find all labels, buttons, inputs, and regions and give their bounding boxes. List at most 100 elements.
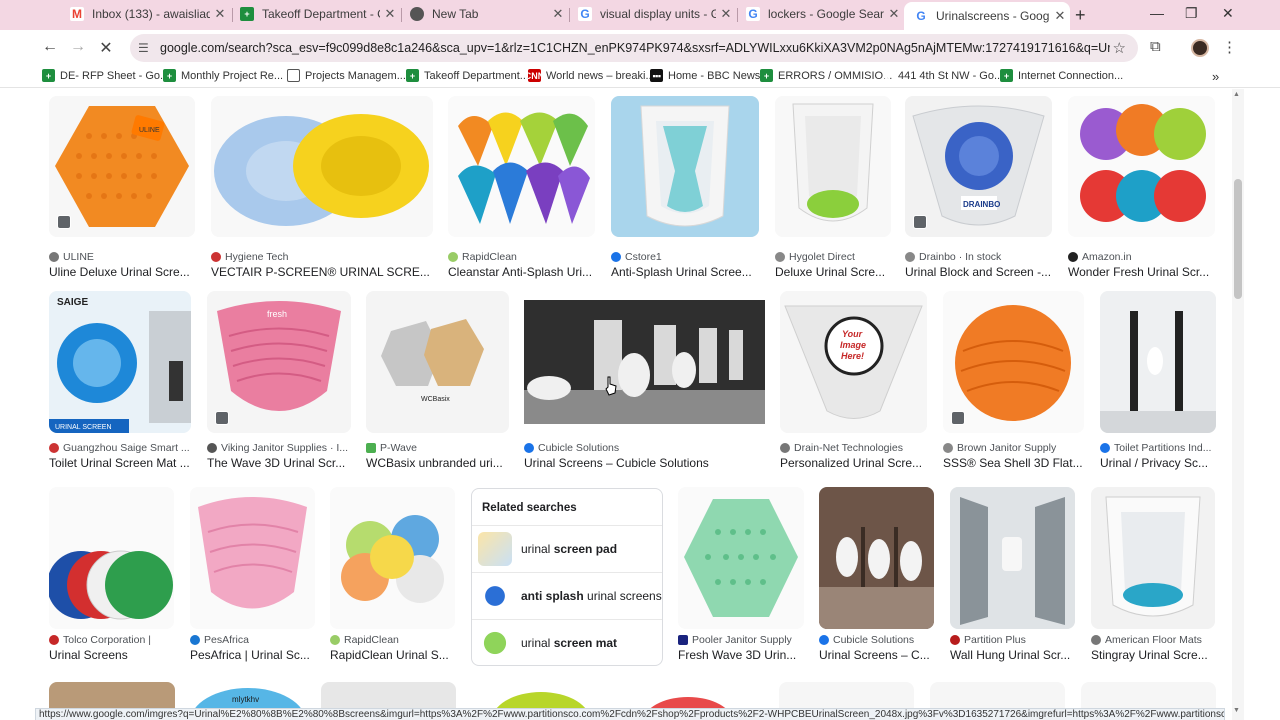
result-source[interactable]: ULINE bbox=[49, 251, 195, 263]
scroll-thumb[interactable] bbox=[1234, 179, 1242, 299]
tab-urinalscreens[interactable]: G Urinalscreens - Google Se ✕ bbox=[904, 2, 1070, 30]
result-source[interactable]: Hygiene Tech bbox=[211, 251, 433, 263]
result-thumbnail[interactable]: DRAINBO bbox=[905, 96, 1052, 237]
result-source[interactable]: Brown Janitor Supply bbox=[943, 442, 1084, 454]
result-source[interactable]: Drain-Net Technologies bbox=[780, 442, 927, 454]
result-source[interactable]: Toilet Partitions Ind... bbox=[1100, 442, 1216, 454]
result-caption[interactable]: Wonder Fresh Urinal Scr... bbox=[1068, 265, 1215, 279]
result-thumbnail[interactable]: ULINE bbox=[49, 96, 195, 237]
result-thumbnail[interactable] bbox=[1100, 291, 1216, 433]
result-caption[interactable]: Anti-Splash Urinal Scree... bbox=[611, 265, 759, 279]
scroll-up-arrow-icon[interactable]: ▲ bbox=[1233, 91, 1240, 98]
result-caption[interactable]: RapidClean Urinal S... bbox=[330, 648, 455, 662]
tab-new-tab[interactable]: New Tab ✕ bbox=[400, 3, 568, 25]
result-source[interactable]: RapidClean bbox=[330, 634, 455, 646]
vertical-scrollbar[interactable]: ▲ ▼ bbox=[1232, 89, 1244, 720]
result-thumbnail[interactable]: WCBasix bbox=[366, 291, 509, 433]
bookmark-cnn[interactable]: CNN World news – breaki... bbox=[525, 69, 655, 82]
related-search-item[interactable]: anti splash urinal screens bbox=[472, 572, 662, 619]
new-tab-button[interactable]: + bbox=[1075, 5, 1086, 26]
result-thumbnail[interactable] bbox=[49, 487, 174, 629]
result-caption[interactable]: Urinal Screens – C... bbox=[819, 648, 934, 662]
result-source[interactable]: Cubicle Solutions bbox=[524, 442, 765, 454]
close-icon[interactable]: ✕ bbox=[210, 6, 230, 22]
result-source[interactable]: Hygolet Direct bbox=[775, 251, 891, 263]
stop-loading-button[interactable]: ✕ bbox=[96, 38, 116, 58]
result-caption[interactable]: VECTAIR P-SCREEN® URINAL SCRE... bbox=[211, 265, 433, 279]
result-source[interactable]: Pooler Janitor Supply bbox=[678, 634, 804, 646]
result-thumbnail[interactable] bbox=[611, 96, 759, 237]
result-caption[interactable]: Uline Deluxe Urinal Scre... bbox=[49, 265, 195, 279]
result-source[interactable]: PesAfrica bbox=[190, 634, 315, 646]
bookmark-projects-management[interactable]: Projects Managem... bbox=[287, 69, 406, 82]
result-source[interactable]: Partition Plus bbox=[950, 634, 1075, 646]
close-icon[interactable]: ✕ bbox=[548, 6, 568, 22]
tab-gmail[interactable]: M Inbox (133) - awaisliaqat50 ✕ bbox=[60, 3, 230, 25]
scroll-down-arrow-icon[interactable]: ▼ bbox=[1233, 707, 1240, 714]
result-thumbnail[interactable]: Your Image Here! bbox=[780, 291, 927, 433]
result-caption[interactable]: Personalized Urinal Scre... bbox=[780, 456, 927, 470]
result-caption[interactable]: Toilet Urinal Screen Mat ... bbox=[49, 456, 191, 470]
extensions-icon[interactable]: ⧉ bbox=[1150, 38, 1161, 55]
result-source[interactable]: Cubicle Solutions bbox=[819, 634, 934, 646]
result-source[interactable]: RapidClean bbox=[448, 251, 595, 263]
result-thumbnail[interactable]: SAIGE URINAL SCREEN bbox=[49, 291, 191, 433]
close-icon[interactable]: ✕ bbox=[716, 6, 736, 22]
result-thumbnail[interactable] bbox=[448, 96, 595, 237]
result-caption[interactable]: Stingray Urinal Scre... bbox=[1091, 648, 1215, 662]
bookmark-441-4th-st[interactable]: G 441 4th St NW - Go... bbox=[880, 69, 1003, 82]
bookmark-star-icon[interactable]: ☆ bbox=[1113, 39, 1126, 57]
url-text[interactable]: google.com/search?sca_esv=f9c099d8e8c1a2… bbox=[160, 41, 1110, 55]
bookmark-takeoff[interactable]: + Takeoff Department... bbox=[406, 69, 529, 82]
bookmark-internet-connection[interactable]: + Internet Connection... bbox=[1000, 69, 1123, 82]
result-thumbnail[interactable] bbox=[943, 291, 1084, 433]
result-caption[interactable]: Urinal Screens bbox=[49, 648, 174, 662]
result-source[interactable]: Viking Janitor Supplies · I... bbox=[207, 442, 351, 454]
close-window-button[interactable]: ✕ bbox=[1222, 5, 1234, 22]
maximize-button[interactable]: ❐ bbox=[1185, 5, 1198, 22]
result-caption[interactable]: Wall Hung Urinal Scr... bbox=[950, 648, 1075, 662]
result-thumbnail[interactable] bbox=[1068, 96, 1215, 237]
result-caption[interactable]: WCBasix unbranded uri... bbox=[366, 456, 509, 470]
result-source[interactable]: Guangzhou Saige Smart ... bbox=[49, 442, 191, 454]
result-thumbnail[interactable] bbox=[950, 487, 1075, 629]
back-button[interactable]: ← bbox=[40, 38, 60, 56]
result-thumbnail[interactable] bbox=[330, 487, 455, 629]
avatar[interactable] bbox=[1191, 39, 1209, 57]
address-bar[interactable]: ☰ google.com/search?sca_esv=f9c099d8e8c1… bbox=[130, 34, 1138, 62]
tab-lockers[interactable]: G lockers - Google Search ✕ bbox=[736, 3, 904, 25]
result-thumbnail[interactable] bbox=[524, 300, 765, 424]
result-caption[interactable]: The Wave 3D Urinal Scr... bbox=[207, 456, 351, 470]
result-thumbnail[interactable]: fresh bbox=[207, 291, 351, 433]
forward-button[interactable]: → bbox=[68, 38, 88, 56]
result-thumbnail[interactable] bbox=[819, 487, 934, 629]
result-caption[interactable]: SSS® Sea Shell 3D Flat... bbox=[943, 456, 1084, 470]
result-source[interactable]: Tolco Corporation | bbox=[49, 634, 174, 646]
result-caption[interactable]: Urinal Screens – Cubicle Solutions bbox=[524, 456, 765, 470]
close-icon[interactable]: ✕ bbox=[380, 6, 400, 22]
result-source[interactable]: Amazon.in bbox=[1068, 251, 1215, 263]
bookmark-errors[interactable]: + ERRORS / OMMISIO... bbox=[760, 69, 892, 82]
result-thumbnail[interactable] bbox=[678, 487, 804, 629]
result-caption[interactable]: Deluxe Urinal Scre... bbox=[775, 265, 891, 279]
result-source[interactable]: Cstore1 bbox=[611, 251, 759, 263]
related-search-item[interactable]: urinal screen pad bbox=[472, 525, 662, 572]
bookmark-rfp-sheet[interactable]: + DE- RFP Sheet - Go... bbox=[42, 69, 169, 82]
result-source[interactable]: American Floor Mats bbox=[1091, 634, 1215, 646]
related-search-item[interactable]: urinal screen mat bbox=[472, 619, 662, 666]
bookmark-monthly-project[interactable]: + Monthly Project Re... bbox=[163, 69, 283, 82]
result-caption[interactable]: Cleanstar Anti-Splash Uri... bbox=[448, 265, 595, 279]
result-caption[interactable]: Fresh Wave 3D Urin... bbox=[678, 648, 804, 662]
result-caption[interactable]: PesAfrica | Urinal Sc... bbox=[190, 648, 315, 662]
result-thumbnail[interactable] bbox=[775, 96, 891, 237]
result-source[interactable]: Drainbo · In stock bbox=[905, 251, 1052, 263]
result-caption[interactable]: Urinal / Privacy Sc... bbox=[1100, 456, 1216, 470]
tab-visual-display-units[interactable]: G visual display units - Goog ✕ bbox=[568, 3, 736, 25]
minimize-button[interactable]: — bbox=[1150, 5, 1164, 21]
result-source[interactable]: P-Wave bbox=[366, 442, 509, 454]
close-icon[interactable]: ✕ bbox=[884, 6, 904, 22]
more-bookmarks-chevron-icon[interactable]: » bbox=[1212, 69, 1219, 84]
close-icon[interactable]: ✕ bbox=[1050, 8, 1070, 24]
tab-takeoff[interactable]: + Takeoff Department - Goo ✕ bbox=[230, 3, 400, 25]
result-thumbnail[interactable] bbox=[1091, 487, 1215, 629]
